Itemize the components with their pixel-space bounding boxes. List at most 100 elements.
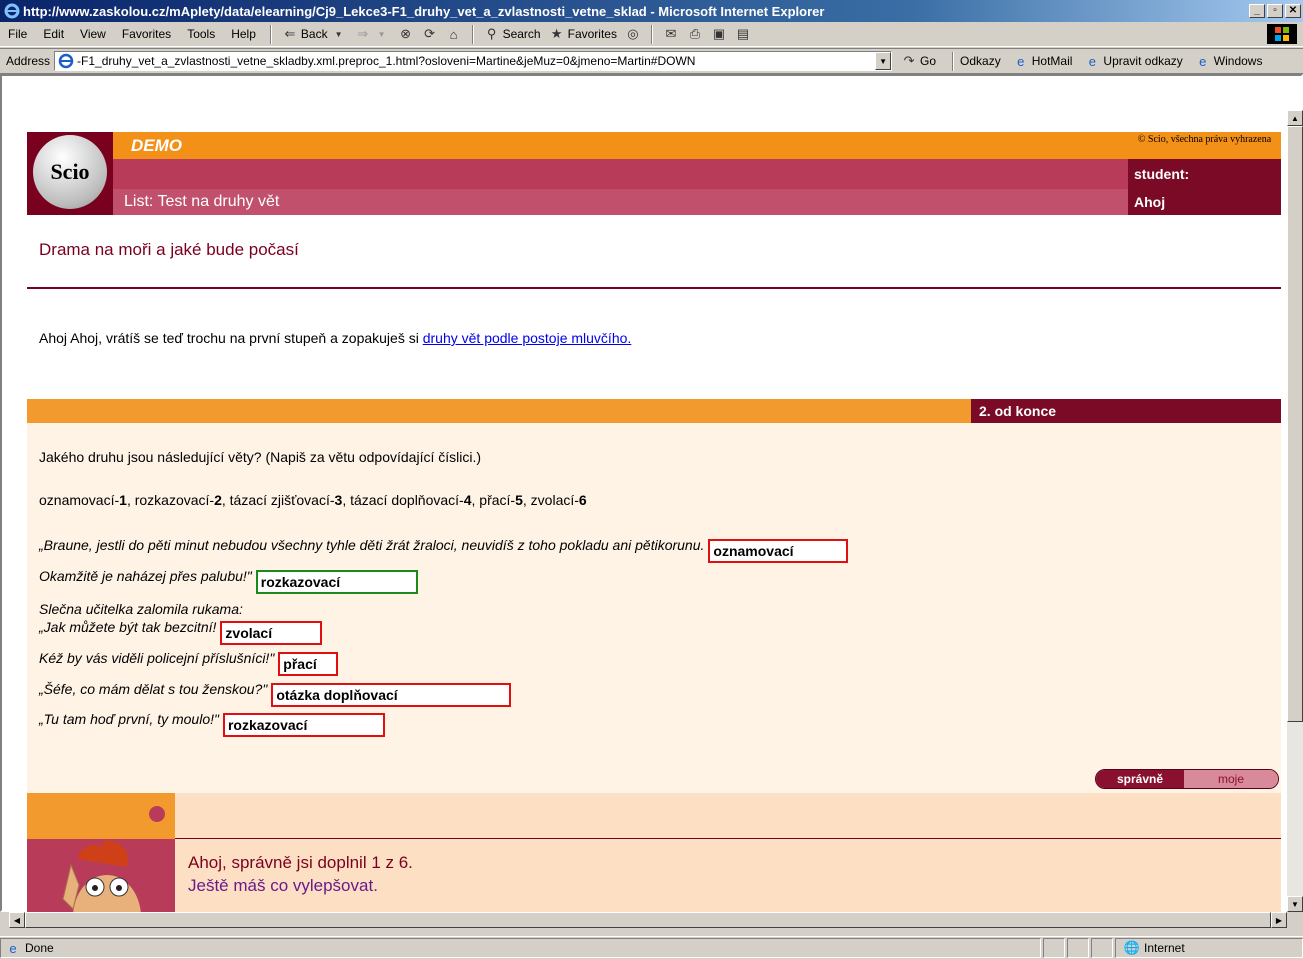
task-question: Jakého druhu jsou následující věty? (Nap… [39,449,482,465]
legend-num: 2 [214,492,222,508]
print-icon: ⎙ [689,26,701,41]
go-button[interactable]: ↷ Go [891,53,946,69]
legend-name: přací- [479,492,516,508]
page-header: Scio DEMO List: Test na druhy vět © Scio… [27,132,1281,215]
address-bar: Address -F1_druhy_vet_a_zvlastnosti_vetn… [0,48,1303,74]
sentence-text: „Jak můžete být tak bezcitní! [39,619,217,635]
ie-page-icon: e [1088,53,1097,69]
answer-field[interactable]: přací [278,652,339,676]
menu-file[interactable]: File [0,27,35,41]
forward-button[interactable]: ⇒ ▼ [351,26,394,42]
address-dropdown-button[interactable]: ▼ [875,52,892,70]
print-button[interactable]: ⎙ [683,26,707,42]
search-label: Search [502,27,541,41]
vertical-scroll-thumb[interactable] [1287,126,1303,722]
link-hotmail[interactable]: e HotMail [1013,53,1073,69]
student-label: student: [1128,159,1281,189]
page-done-icon: e [9,940,17,956]
toolbar-separator [952,51,955,71]
scio-logo-text: Scio [33,135,107,209]
address-input[interactable]: -F1_druhy_vet_a_zvlastnosti_vetne_skladb… [54,51,893,71]
back-button[interactable]: ⇐ Back ▼ [278,26,351,42]
scroll-down-button[interactable]: ▼ [1287,896,1303,912]
page-icon [58,53,74,69]
dropdown-arrow-icon: ▼ [377,29,386,39]
address-url: -F1_druhy_vet_a_zvlastnosti_vetne_skladb… [77,54,696,68]
sentence-row: Okamžitě je naházej přes palubu!" rozkaz… [39,568,418,594]
stop-icon: ⊗ [400,26,412,41]
horizontal-scroll-thumb[interactable] [25,912,1271,928]
feedback-score: Ahoj, správně jsi doplnil 1 z 6. [188,853,413,872]
edit-icon: ▣ [712,26,726,41]
student-name: Ahoj [1128,189,1281,215]
mail-button[interactable]: ✉ [659,26,683,42]
stop-button[interactable]: ⊗ [394,26,418,42]
menu-help[interactable]: Help [223,27,264,41]
go-label: Go [920,54,937,68]
discuss-button[interactable]: ▤ [731,26,755,42]
demo-label: DEMO [113,132,1128,159]
refresh-button[interactable]: ⟳ [418,26,442,42]
ie-logo-icon [4,3,20,19]
zone-label: Internet [1144,941,1185,955]
sentence-row: „Jak můžete být tak bezcitní! zvolací [39,619,323,645]
legend-name: tázací zjišťovací- [229,492,335,508]
link-windows[interactable]: e Windows [1195,53,1263,69]
minimize-button[interactable]: _ [1249,4,1265,18]
intro-link[interactable]: druhy vět podle postoje mluvčího. [423,330,632,346]
favorites-button[interactable]: ★ Favorites [545,26,621,42]
answer-field[interactable]: rozkazovací [255,570,418,594]
window-title-bar[interactable]: http://www.zaskolou.cz/mAplety/data/elea… [0,0,1303,22]
legend-name: zvolací- [530,492,579,508]
menu-edit[interactable]: Edit [35,27,72,41]
status-main: e Done [0,938,1041,958]
scroll-right-button[interactable]: ▶ [1271,912,1287,928]
show-mine-button[interactable]: moje [1184,770,1278,788]
show-correct-button[interactable]: správně [1096,770,1184,788]
type-legend: oznamovací-1, rozkazovací-2, tázací zjiš… [39,492,587,508]
ie-page-icon: e [1199,53,1207,69]
answer-field[interactable]: oznamovací [708,539,849,563]
search-button[interactable]: ⚲ Search [480,26,545,42]
sentence-row: „Tu tam hoď první, ty moulo!" rozkazovac… [39,711,385,737]
legend-num: 6 [578,492,587,508]
scrollbar-corner [1287,912,1303,928]
legend-name: rozkazovací- [134,492,215,508]
menu-view[interactable]: View [72,27,114,41]
legend-num: 3 [334,492,343,508]
sentence-text: „Šéfe, co mám dělat s tou ženskou?" [39,681,268,697]
maximize-button[interactable]: ▫ [1267,4,1283,18]
legend-num: 5 [515,492,523,508]
home-button[interactable]: ⌂ [442,26,466,42]
menu-tools[interactable]: Tools [179,27,223,41]
feedback-header-left [27,793,175,839]
indicator-dot-icon [149,806,165,822]
answer-field[interactable]: rozkazovací [222,713,385,737]
answer-field[interactable]: otázka doplňovací [271,683,512,707]
vertical-scrollbar[interactable]: ▲ ▼ [1287,110,1303,912]
status-cell [1091,938,1113,958]
link-hotmail-label: HotMail [1031,54,1073,68]
back-label: Back [300,27,328,41]
favorites-icon: ★ [550,26,563,41]
status-cell [1043,938,1065,958]
media-button[interactable]: ◎ [621,26,645,42]
scroll-left-button[interactable]: ◀ [9,912,25,928]
links-label: Odkazy [960,54,1001,68]
link-windows-label: Windows [1213,54,1263,68]
scroll-up-button[interactable]: ▲ [1287,110,1303,126]
ie-page-icon: e [1017,53,1025,69]
close-button[interactable]: ✕ [1285,4,1301,18]
edit-button[interactable]: ▣ [707,26,731,42]
answer-field[interactable]: zvolací [220,621,323,645]
sentence-row: „Šéfe, co mám dělat s tou ženskou?" otáz… [39,681,512,707]
sentence-text: Okamžitě je naházej přes palubu!" [39,568,252,584]
answer-view-toggle[interactable]: správně moje [1095,769,1279,789]
toolbar-separator [471,24,474,44]
intro-paragraph: Ahoj Ahoj, vrátíš se teď trochu na první… [39,330,631,346]
task-panel: Jakého druhu jsou následující věty? (Nap… [27,423,1281,793]
menu-favorites[interactable]: Favorites [114,27,179,41]
link-customize[interactable]: e Upravit odkazy [1084,53,1183,69]
horizontal-scrollbar[interactable]: ◀ ▶ [9,912,1287,928]
legend-name: oznamovací- [39,492,120,508]
